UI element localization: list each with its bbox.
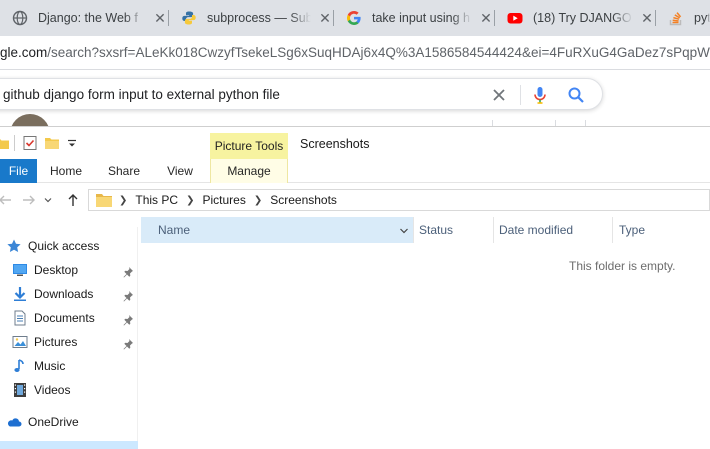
youtube-icon [507, 10, 523, 26]
chevron-right-icon[interactable]: ❯ [186, 195, 194, 206]
forward-arrow-icon[interactable] [20, 191, 38, 209]
sidebar-item-label: Documents [34, 311, 95, 325]
globe-icon [12, 10, 28, 26]
sidebar-item-label: Quick access [28, 239, 100, 253]
sidebar-item-quick-access[interactable]: Quick access [6, 235, 99, 257]
properties-check-icon[interactable] [22, 135, 38, 151]
python-icon [181, 10, 197, 26]
document-icon [12, 310, 28, 326]
column-header-date-modified[interactable]: Date modified [499, 217, 611, 243]
tab-file[interactable]: File [0, 159, 37, 183]
sidebar-item-documents[interactable]: Documents [12, 307, 95, 329]
desktop-icon [12, 262, 28, 278]
sidebar-item-desktop[interactable]: Desktop [12, 259, 78, 281]
sidebar-item-label: Pictures [34, 335, 78, 349]
chevron-right-icon[interactable]: ❯ [119, 195, 127, 206]
search-icon[interactable] [566, 85, 586, 105]
browser-tab-youtube[interactable]: (18) Try DJANGO T ✕ [495, 0, 655, 36]
tab-view[interactable]: View [162, 159, 198, 183]
tab-title: subprocess — Sub [207, 11, 311, 25]
folder-icon [95, 192, 113, 208]
column-header-status[interactable]: Status [419, 217, 493, 243]
window-title: Screenshots [300, 137, 370, 151]
search-input[interactable]: github django form input to external pyt… [3, 87, 280, 102]
column-divider[interactable] [493, 217, 494, 243]
tab-share[interactable]: Share [104, 159, 144, 183]
browser-tab-django[interactable]: Django: the Web f ✕ [0, 0, 168, 36]
browser-tab-strip: Django: the Web f ✕ subprocess — Sub ✕ t… [0, 0, 710, 36]
picture-tools-context-tab: Picture Tools [210, 133, 288, 159]
column-divider[interactable] [413, 217, 414, 243]
film-strip-icon [12, 382, 28, 398]
toolbar-separator [14, 135, 15, 151]
folder-icon [0, 135, 10, 151]
column-header-name[interactable]: Name [141, 217, 413, 243]
navigation-bar: ❯ This PC ❯ Pictures ❯ Screenshots [0, 185, 710, 215]
star-icon [6, 238, 22, 254]
browser-tab-stackoverflow[interactable]: pyth [656, 0, 710, 36]
tab-title: Django: the Web f [38, 11, 138, 25]
tab-home[interactable]: Home [46, 159, 86, 183]
microphone-icon[interactable] [530, 85, 550, 105]
recent-locations-chevron-icon[interactable] [42, 191, 54, 209]
column-header-type[interactable]: Type [619, 217, 699, 243]
search-box-divider [520, 85, 521, 105]
pin-icon[interactable] [122, 266, 134, 278]
navigation-pane: Quick access Desktop Downloads Documents [0, 227, 138, 449]
column-header-label: Name [158, 223, 191, 237]
url-host: gle.com [0, 45, 48, 60]
sidebar-item-label: OneDrive [28, 415, 79, 429]
url-path: /search?sxsrf=ALeKk018CwzyfTsekeLSg6xSuq… [47, 45, 710, 60]
close-tab-icon[interactable]: ✕ [317, 10, 333, 26]
breadcrumb-pictures[interactable]: Pictures [202, 193, 245, 207]
google-g-icon [346, 10, 362, 26]
tab-title: pyth [694, 11, 710, 25]
breadcrumb[interactable]: ❯ This PC ❯ Pictures ❯ Screenshots [88, 189, 710, 211]
chevron-right-icon[interactable]: ❯ [254, 195, 262, 206]
pin-icon[interactable] [122, 338, 134, 350]
back-arrow-icon[interactable] [0, 191, 14, 209]
browser-tab-subprocess[interactable]: subprocess — Sub ✕ [169, 0, 333, 36]
sidebar-item-videos[interactable]: Videos [12, 379, 70, 401]
breadcrumb-this-pc[interactable]: This PC [135, 193, 178, 207]
browser-tab-google-search[interactable]: take input using h ✕ [334, 0, 494, 36]
breadcrumb-screenshots[interactable]: Screenshots [270, 193, 337, 207]
close-tab-icon[interactable]: ✕ [639, 10, 655, 26]
chevron-down-icon[interactable] [399, 225, 409, 235]
sidebar-item-label: Music [34, 359, 66, 373]
music-note-icon [12, 358, 28, 374]
empty-folder-message: This folder is empty. [569, 259, 676, 273]
tab-manage[interactable]: Manage [210, 159, 288, 183]
cloud-icon [6, 414, 22, 430]
up-arrow-icon[interactable] [64, 191, 82, 209]
sidebar-item-downloads[interactable]: Downloads [12, 283, 93, 305]
sidebar-item-music[interactable]: Music [12, 355, 65, 377]
google-results-header: github django form input to external pyt… [0, 70, 710, 154]
sidebar-item-onedrive[interactable]: OneDrive [6, 411, 79, 433]
tab-title: (18) Try DJANGO T [533, 11, 633, 25]
column-divider[interactable] [612, 217, 613, 243]
new-folder-icon[interactable] [44, 135, 60, 151]
download-arrow-icon [12, 286, 28, 302]
close-tab-icon[interactable]: ✕ [152, 10, 168, 26]
file-explorer-window: Picture Tools Screenshots File Home Shar… [0, 126, 710, 449]
sidebar-item-label: Videos [34, 383, 71, 397]
google-search-box[interactable]: github django form input to external pyt… [0, 78, 603, 110]
pin-icon[interactable] [122, 290, 134, 302]
pin-icon[interactable] [122, 314, 134, 326]
ribbon-tabs: File Home Share View Manage [0, 159, 710, 183]
url-text[interactable]: gle.com/search?sxsrf=ALeKk018CwzyfTsekeL… [0, 45, 710, 60]
chevron-down-icon[interactable] [64, 135, 80, 151]
sidebar-item-label: Desktop [34, 263, 79, 277]
sidebar-item-pictures[interactable]: Pictures [12, 331, 77, 353]
close-tab-icon[interactable]: ✕ [478, 10, 494, 26]
clear-search-icon[interactable] [489, 85, 509, 105]
tab-title: take input using h [372, 11, 470, 25]
pictures-icon [12, 334, 28, 350]
stackoverflow-icon [668, 10, 684, 26]
address-bar[interactable]: gle.com/search?sxsrf=ALeKk018CwzyfTsekeL… [0, 36, 710, 70]
quick-access-toolbar: Picture Tools Screenshots [0, 127, 710, 159]
sidebar-item-label: Downloads [34, 287, 94, 301]
